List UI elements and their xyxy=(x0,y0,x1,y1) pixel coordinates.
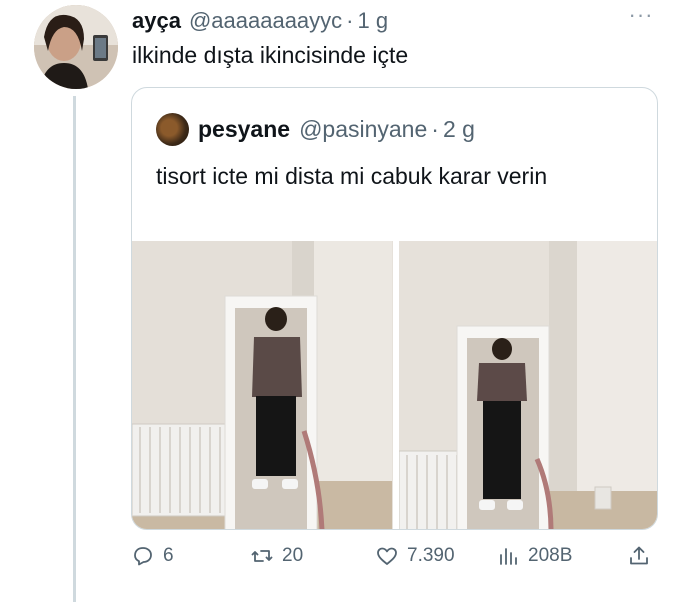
photo-1[interactable] xyxy=(132,241,393,529)
views-button[interactable]: 208B xyxy=(496,544,572,568)
reply-icon xyxy=(134,547,152,566)
display-name[interactable]: ayça xyxy=(132,8,181,34)
like-count: 7.390 xyxy=(407,545,455,566)
timestamp[interactable]: 1 g xyxy=(358,8,389,34)
quoted-separator: · xyxy=(431,115,439,142)
views-icon xyxy=(500,548,517,565)
avatar-image xyxy=(34,5,118,89)
quoted-tweet[interactable]: pesyane @pasinyane · 2 g tisort icte mi … xyxy=(131,87,658,530)
avatar[interactable] xyxy=(34,5,118,89)
mirror-selfie-image xyxy=(132,241,392,529)
tweet-header: ayça @aaaaaaaayyc · 1 g xyxy=(132,8,388,38)
quoted-tweet-header: pesyane @pasinyane · 2 g xyxy=(156,112,475,146)
quoted-avatar xyxy=(156,112,189,146)
action-bar: 6 20 7.390 208B xyxy=(131,544,658,576)
view-count: 208B xyxy=(528,545,573,566)
separator: · xyxy=(346,8,354,33)
reply-button[interactable]: 6 xyxy=(131,544,174,568)
like-icon xyxy=(377,547,397,565)
share-button[interactable] xyxy=(627,544,659,568)
quoted-display-name: pesyane xyxy=(198,115,291,142)
media-grid xyxy=(132,241,657,529)
photo-2[interactable] xyxy=(398,241,657,529)
thread-line xyxy=(73,96,76,602)
share-icon xyxy=(630,546,648,565)
retweet-icon xyxy=(251,550,273,562)
retweet-button[interactable]: 20 xyxy=(250,544,303,568)
quoted-timestamp: 2 g xyxy=(442,115,475,142)
more-options-button[interactable]: ··· xyxy=(626,4,656,30)
quoted-handle: @pasinyane xyxy=(299,115,428,142)
like-button[interactable]: 7.390 xyxy=(375,544,455,568)
reply-count: 6 xyxy=(163,545,174,566)
quoted-tweet-text: tisort icte mi dista mi cabuk karar veri… xyxy=(156,163,548,189)
retweet-count: 20 xyxy=(282,545,304,566)
tweet-text: ilkinde dışta ikincisinde içte xyxy=(132,42,409,68)
handle[interactable]: @aaaaaaaayyc xyxy=(189,8,342,34)
mirror-selfie-image xyxy=(398,241,657,529)
